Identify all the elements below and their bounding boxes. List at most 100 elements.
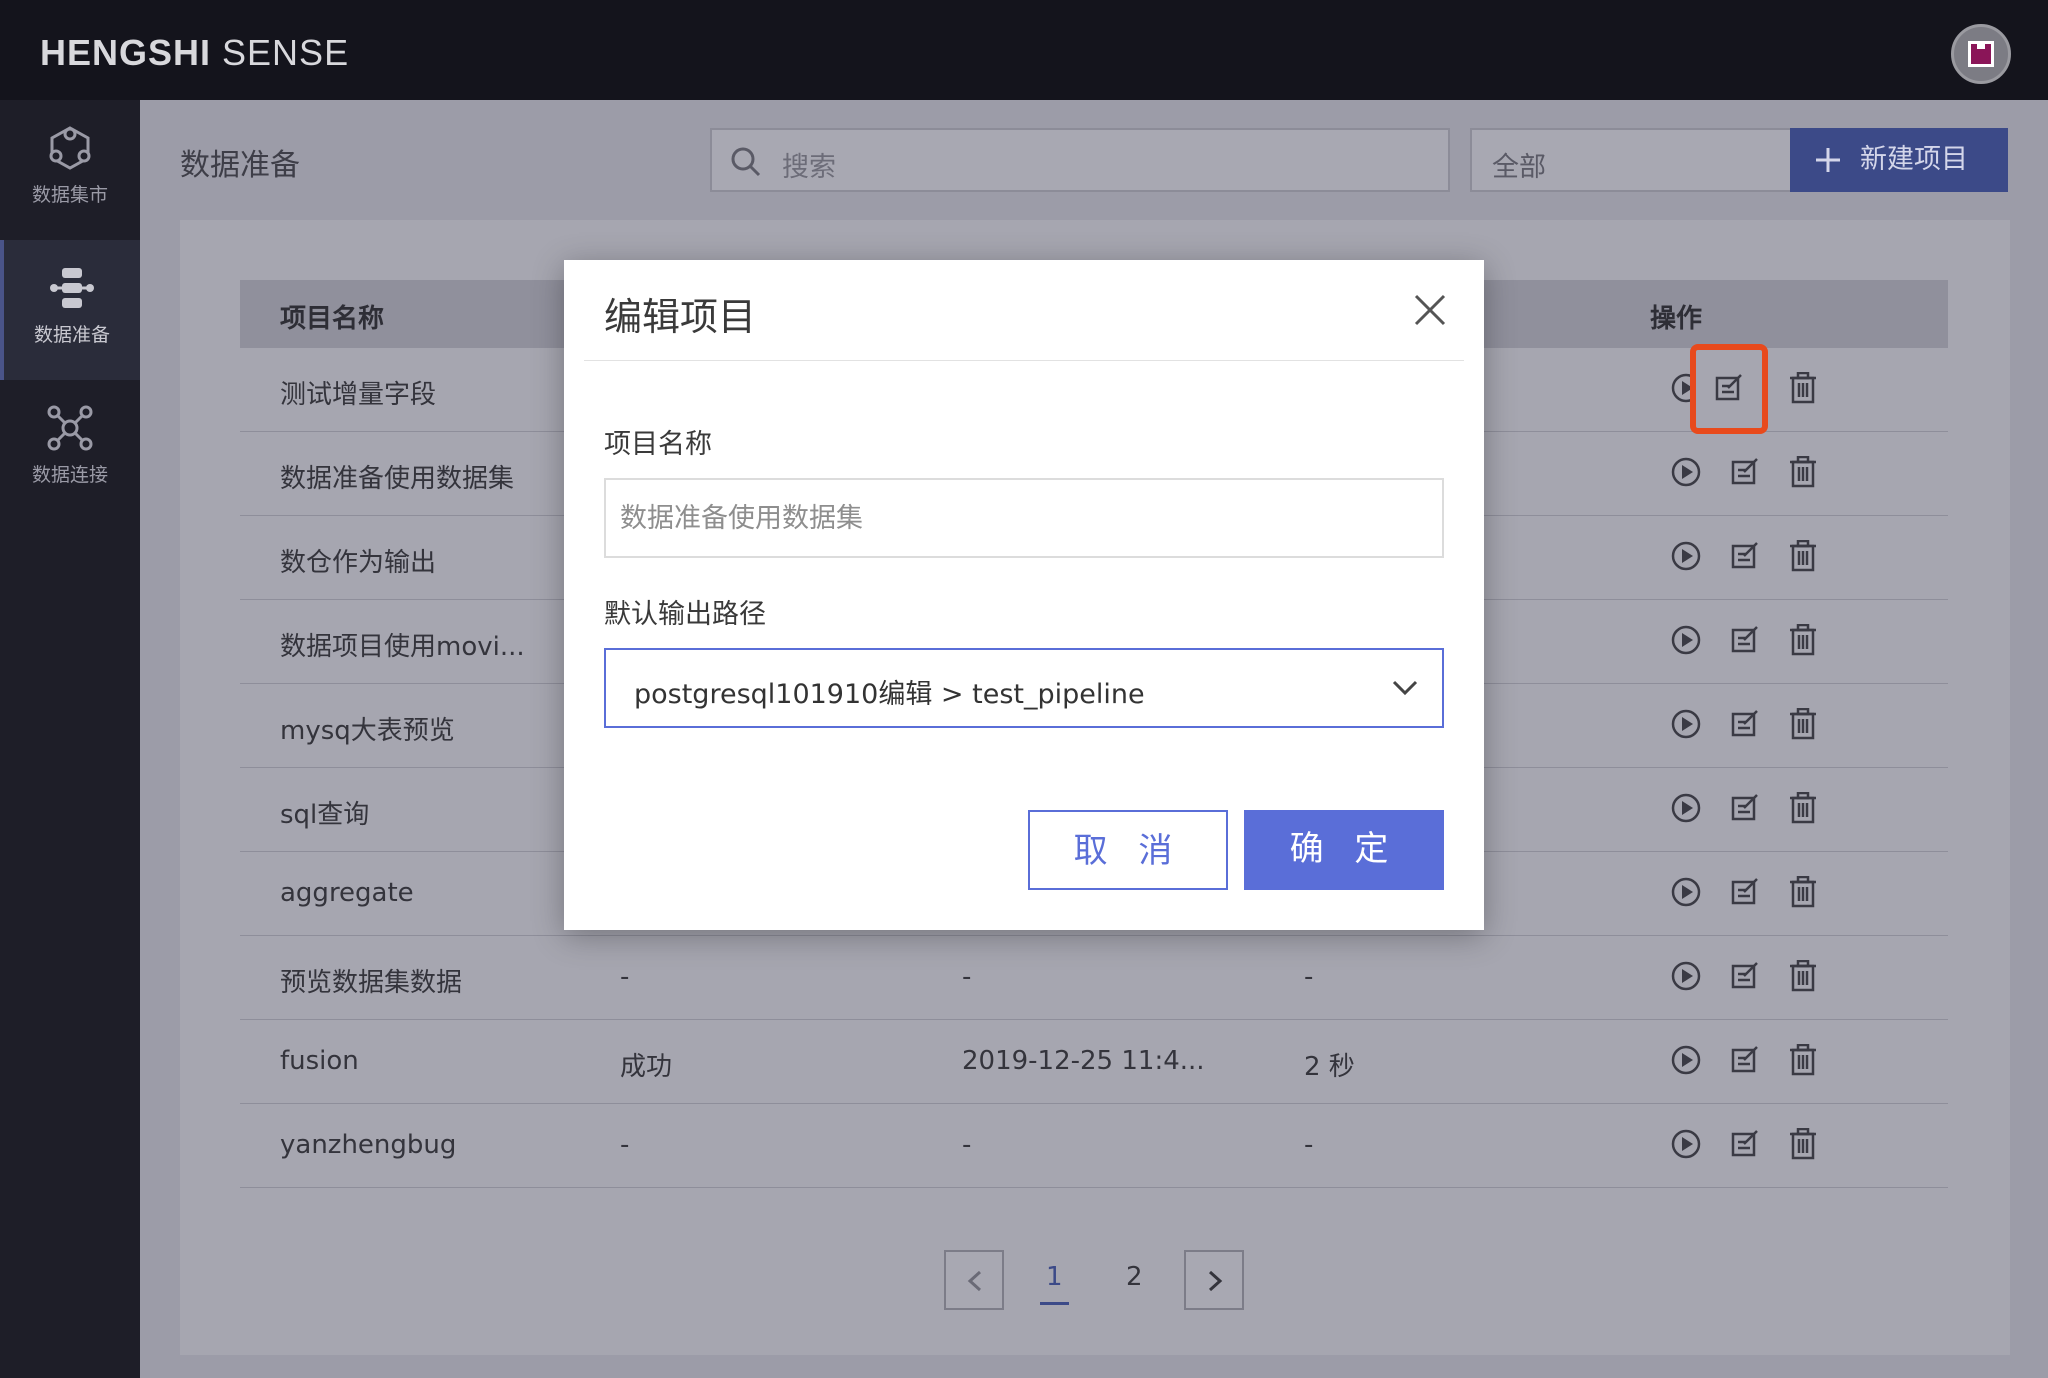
play-icon[interactable]	[1670, 456, 1702, 488]
avatar-icon	[1968, 41, 1994, 67]
output-path-select[interactable]: postgresql101910编辑 > test_pipeline	[604, 648, 1444, 728]
table-row: yanzhengbug - - -	[240, 1104, 1948, 1188]
sidebar-item-data-connect[interactable]: 数据连接	[0, 380, 140, 520]
chevron-left-icon	[967, 1270, 982, 1292]
trash-icon[interactable]	[1788, 372, 1818, 404]
cell-name[interactable]: 数仓作为输出	[280, 542, 436, 579]
top-bar: HENGSHI SENSE	[0, 0, 2048, 100]
cell-name[interactable]: 预览数据集数据	[280, 962, 462, 999]
output-path-value: postgresql101910编辑 > test_pipeline	[634, 679, 1145, 710]
page-title: 数据准备	[180, 148, 300, 183]
cancel-button[interactable]: 取 消	[1028, 810, 1228, 890]
pagination: 1 2	[0, 1250, 2048, 1310]
user-avatar[interactable]	[1951, 24, 2011, 84]
cell-name[interactable]: sql查询	[280, 794, 369, 831]
table-row: 预览数据集数据 - - -	[240, 936, 1948, 1020]
column-header-name: 项目名称	[280, 304, 385, 334]
chevron-down-icon	[1392, 680, 1418, 696]
highlight-edit-button[interactable]	[1690, 344, 1768, 434]
edit-project-dialog: 编辑项目 项目名称 默认输出路径 postgresql101910编辑 > te…	[564, 260, 1484, 930]
trash-icon[interactable]	[1788, 1128, 1818, 1160]
play-icon[interactable]	[1670, 876, 1702, 908]
play-icon[interactable]	[1670, 540, 1702, 572]
edit-icon[interactable]	[1730, 708, 1760, 738]
cell-status: -	[620, 962, 630, 992]
trash-icon[interactable]	[1788, 876, 1818, 908]
next-page-button[interactable]	[1184, 1250, 1244, 1310]
new-project-button[interactable]: 新建项目	[1790, 128, 2008, 192]
cell-name[interactable]: mysq大表预览	[280, 710, 455, 747]
brand-logo[interactable]: HENGSHI SENSE	[40, 32, 349, 74]
play-icon[interactable]	[1670, 792, 1702, 824]
trash-icon[interactable]	[1788, 708, 1818, 740]
row-actions	[1670, 540, 1820, 580]
row-actions	[1670, 708, 1820, 748]
edit-icon	[1715, 374, 1742, 401]
trash-icon[interactable]	[1788, 1044, 1818, 1076]
cell-name[interactable]: 数据准备使用数据集	[280, 458, 514, 495]
cell-name[interactable]: 测试增量字段	[280, 374, 436, 411]
project-name-field[interactable]	[604, 478, 1444, 558]
dialog-divider	[584, 360, 1464, 361]
edit-icon[interactable]	[1730, 960, 1760, 990]
trash-icon[interactable]	[1788, 792, 1818, 824]
trash-icon[interactable]	[1788, 624, 1818, 656]
new-project-label: 新建项目	[1860, 144, 1968, 175]
cell-time: -	[962, 962, 972, 992]
cell-status: 成功	[620, 1052, 673, 1082]
sidebar-item-data-mart[interactable]: 数据集市	[0, 100, 140, 240]
chevron-right-icon	[1208, 1270, 1223, 1292]
cell-status: -	[620, 1130, 630, 1160]
play-icon[interactable]	[1670, 1044, 1702, 1076]
search-icon	[731, 147, 761, 177]
cell-time: -	[962, 1130, 972, 1160]
sidebar: 数据集市 数据准备 数据连接	[0, 100, 140, 1378]
edit-icon[interactable]	[1730, 540, 1760, 570]
row-actions	[1670, 960, 1820, 1000]
play-icon[interactable]	[1670, 1128, 1702, 1160]
row-actions	[1670, 1044, 1820, 1084]
cell-name[interactable]: 数据项目使用movi...	[280, 626, 525, 663]
project-name-input[interactable]	[620, 498, 1420, 538]
row-actions	[1670, 624, 1820, 664]
edit-icon[interactable]	[1730, 876, 1760, 906]
edit-icon[interactable]	[1730, 792, 1760, 822]
row-actions	[1670, 456, 1820, 496]
edit-icon[interactable]	[1730, 456, 1760, 486]
confirm-button[interactable]: 确 定	[1244, 810, 1444, 890]
cell-duration: -	[1304, 1130, 1314, 1160]
cell-duration: 2 秒	[1304, 1052, 1355, 1082]
filter-value: 全部	[1492, 152, 1546, 183]
column-header-actions: 操作	[1650, 304, 1703, 334]
sidebar-item-label: 数据集市	[31, 184, 108, 206]
data-connect-icon	[47, 405, 93, 451]
cell-duration: -	[1304, 962, 1314, 992]
play-icon[interactable]	[1670, 624, 1702, 656]
cell-time: 2019-12-25 11:4...	[962, 1046, 1205, 1076]
edit-icon[interactable]	[1730, 1044, 1760, 1074]
sidebar-item-label: 数据连接	[31, 464, 108, 486]
trash-icon[interactable]	[1788, 540, 1818, 572]
play-icon[interactable]	[1670, 708, 1702, 740]
table-row: fusion 成功 2019-12-25 11:4... 2 秒	[240, 1020, 1948, 1104]
page-1[interactable]: 1	[1040, 1262, 1069, 1305]
cell-name[interactable]: aggregate	[280, 878, 414, 908]
edit-icon[interactable]	[1730, 1128, 1760, 1158]
sidebar-item-data-prep[interactable]: 数据准备	[0, 240, 140, 380]
page-2[interactable]: 2	[1126, 1262, 1143, 1292]
row-actions	[1670, 792, 1820, 832]
cell-name[interactable]: fusion	[280, 1046, 359, 1076]
plus-icon	[1816, 148, 1840, 172]
dialog-title: 编辑项目	[604, 295, 757, 339]
search-placeholder: 搜索	[782, 152, 836, 183]
cell-name[interactable]: yanzhengbug	[280, 1130, 456, 1160]
prev-page-button[interactable]	[944, 1250, 1004, 1310]
search-input[interactable]: 搜索	[710, 128, 1450, 192]
close-icon[interactable]	[1412, 292, 1448, 328]
row-actions	[1670, 876, 1820, 916]
play-icon[interactable]	[1670, 960, 1702, 992]
edit-icon[interactable]	[1730, 624, 1760, 654]
project-name-label: 项目名称	[604, 429, 712, 460]
trash-icon[interactable]	[1788, 960, 1818, 992]
trash-icon[interactable]	[1788, 456, 1818, 488]
